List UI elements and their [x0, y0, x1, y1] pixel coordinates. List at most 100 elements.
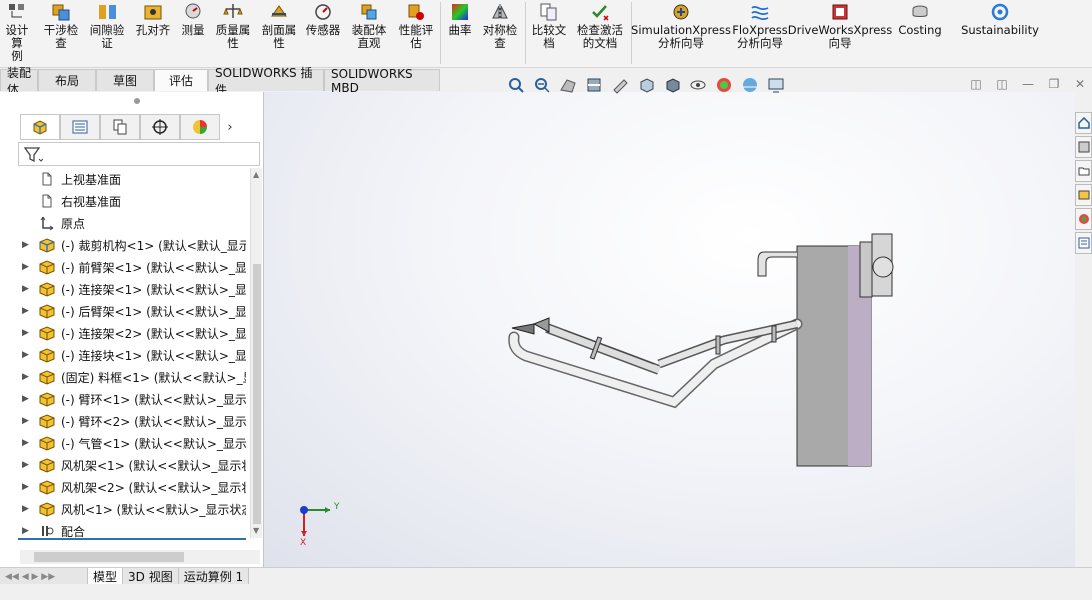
tree-item[interactable]: ▶ 风机架<2> (默认<<默认>_显示状 [0, 476, 250, 498]
tree-item[interactable]: ▶ (固定) 料框<1> (默认<<默认>_显 [0, 366, 250, 388]
home-icon[interactable] [1075, 112, 1092, 134]
design-study-button[interactable]: 设计算 例 [0, 0, 34, 66]
panel-drag-handle[interactable] [134, 98, 140, 104]
tree-item[interactable]: ▶ (-) 前臂架<1> (默认<<默认>_显示 [0, 256, 250, 278]
check-active-document-button[interactable]: 检查激活 的文档 [572, 0, 628, 66]
tree-item[interactable]: ▶ 风机架<1> (默认<<默认>_显示状 [0, 454, 250, 476]
apply-scene-icon[interactable] [739, 74, 761, 96]
scroll-up-icon[interactable]: ▲ [253, 170, 261, 179]
tree-filter[interactable] [18, 142, 260, 166]
edit-appearance-icon[interactable] [713, 74, 735, 96]
tree-vertical-scrollbar[interactable]: ▲ ▼ [250, 168, 262, 538]
hide-show-items-icon[interactable] [687, 74, 709, 96]
custom-properties-icon[interactable] [1075, 232, 1092, 254]
interference-check-button[interactable]: 干涉检 查 [40, 0, 82, 66]
part-icon [36, 345, 58, 365]
hole-alignment-button[interactable]: 孔对齐 [132, 0, 174, 66]
previous-document-icon[interactable]: ◫ [968, 76, 984, 92]
restore-icon[interactable]: ❐ [1046, 76, 1062, 92]
expand-arrow-icon[interactable]: ▶ [22, 240, 36, 250]
tree-item[interactable]: ▶ (-) 连接架<2> (默认<<默认>_显示 [0, 322, 250, 344]
tab-layout[interactable]: 布局 [38, 69, 96, 91]
view-orientation-icon[interactable] [635, 74, 657, 96]
compare-documents-button[interactable]: 比较文 档 [528, 0, 570, 66]
appearances-icon[interactable] [1075, 208, 1092, 230]
tree-item[interactable]: ▶ (-) 连接块<1> (默认<<默认>_显示 [0, 344, 250, 366]
design-library-icon[interactable] [1075, 136, 1092, 158]
minimize-icon[interactable]: — [1020, 76, 1036, 92]
hscroll-thumb[interactable] [34, 552, 184, 562]
tab-model[interactable]: 模型 [88, 568, 124, 585]
tree-item[interactable]: ▶ 风机<1> (默认<<默认>_显示状态 [0, 498, 250, 520]
sensor-button[interactable]: 传感器 [302, 0, 344, 66]
scroll-down-icon[interactable]: ▼ [253, 526, 261, 535]
expand-arrow-icon[interactable]: ▶ [22, 526, 36, 536]
zoom-to-fit-icon[interactable] [505, 74, 527, 96]
simulationxpress-button[interactable]: SimulationXpress 分析向导 [631, 0, 731, 66]
tree-item[interactable]: 右视基准面 [0, 190, 250, 212]
mass-properties-button[interactable]: 质量属 性 [212, 0, 254, 66]
file-explorer-icon[interactable] [1075, 160, 1092, 182]
assembly-visualization-button[interactable]: 装配体 直观 [348, 0, 390, 66]
expand-arrow-icon[interactable]: ▶ [22, 394, 36, 404]
floxpress-icon [749, 1, 771, 23]
performance-evaluation-button[interactable]: 性能评 估 [394, 0, 438, 66]
tree-item[interactable]: 原点 [0, 212, 250, 234]
chevron-right-icon[interactable]: › [220, 114, 240, 140]
tab-nav-arrows[interactable]: ◀◀ ◀ ▶ ▶▶ [0, 568, 88, 585]
section-properties-button[interactable]: 剖面属 性 [258, 0, 300, 66]
expand-arrow-icon[interactable]: ▶ [22, 328, 36, 338]
costing-icon [909, 1, 931, 23]
symmetry-check-button[interactable]: 对称检 查 [478, 0, 522, 66]
section-view-icon[interactable] [583, 74, 605, 96]
next-document-icon[interactable]: ◫ [994, 76, 1010, 92]
expand-arrow-icon[interactable]: ▶ [22, 460, 36, 470]
costing-button[interactable]: Costing [894, 0, 946, 66]
tree-item[interactable]: ▶ (-) 裁剪机构<1> (默认<默认_显示 [0, 234, 250, 256]
expand-arrow-icon[interactable]: ▶ [22, 504, 36, 514]
sustainability-button[interactable]: Sustainability [961, 0, 1039, 66]
tab-solidworks-mbd[interactable]: SOLIDWORKS MBD [324, 67, 440, 95]
tree-item[interactable]: ▶ (-) 气管<1> (默认<<默认>_显示状 [0, 432, 250, 454]
expand-arrow-icon[interactable]: ▶ [22, 350, 36, 360]
tree-item[interactable]: ▶ (-) 臂环<1> (默认<<默认>_显示状 [0, 388, 250, 410]
tree-item[interactable]: ▶ (-) 臂环<2> (默认<<默认>_显示状 [0, 410, 250, 432]
driveworksxpress-button[interactable]: DriveWorksXpress 向导 [788, 0, 892, 66]
clearance-verification-button[interactable]: 间隙验 证 [86, 0, 128, 66]
previous-view-icon[interactable] [557, 74, 579, 96]
expand-arrow-icon[interactable]: ▶ [22, 284, 36, 294]
curvature-button[interactable]: 曲率 [444, 0, 476, 66]
expand-arrow-icon[interactable]: ▶ [22, 306, 36, 316]
graphics-area[interactable]: Y X [264, 92, 1075, 567]
expand-arrow-icon[interactable]: ▶ [22, 438, 36, 448]
expand-arrow-icon[interactable]: ▶ [22, 262, 36, 272]
expand-arrow-icon[interactable]: ▶ [22, 416, 36, 426]
tree-item[interactable]: ▶ (-) 后臂架<1> (默认<<默认>_显示 [0, 300, 250, 322]
display-style-icon[interactable] [661, 74, 683, 96]
measure-button[interactable]: 测量 [176, 0, 210, 66]
feature-tree-tab-icon[interactable] [20, 114, 60, 140]
scroll-thumb[interactable] [253, 264, 261, 524]
tab-3d-views[interactable]: 3D 视图 [123, 568, 179, 585]
floxpress-button[interactable]: FloXpress 分析向导 [730, 0, 790, 66]
zoom-area-icon[interactable] [531, 74, 553, 96]
close-icon[interactable]: ✕ [1072, 76, 1088, 92]
tab-sketch[interactable]: 草图 [96, 69, 154, 91]
dynamic-annotation-icon[interactable] [609, 74, 631, 96]
display-manager-tab-icon[interactable] [180, 114, 220, 140]
tab-solidworks-addins[interactable]: SOLIDWORKS 插件 [208, 66, 324, 97]
tab-evaluate[interactable]: 评估 [154, 69, 208, 91]
dimxpert-tab-icon[interactable] [140, 114, 180, 140]
tree-horizontal-scrollbar[interactable] [20, 550, 260, 564]
property-manager-tab-icon[interactable] [60, 114, 100, 140]
view-settings-icon[interactable] [765, 74, 787, 96]
tree-item[interactable]: ▶ (-) 连接架<1> (默认<<默认>_显示 [0, 278, 250, 300]
configuration-manager-tab-icon[interactable] [100, 114, 140, 140]
tab-scroll-icon[interactable]: ◀◀ ◀ ▶ ▶▶ [5, 572, 55, 582]
tab-assembly[interactable]: 装配体 [0, 66, 38, 97]
expand-arrow-icon[interactable]: ▶ [22, 482, 36, 492]
view-palette-icon[interactable] [1075, 184, 1092, 206]
tab-motion-study[interactable]: 运动算例 1 [178, 568, 250, 585]
tree-item[interactable]: 上视基准面 [0, 168, 250, 190]
expand-arrow-icon[interactable]: ▶ [22, 372, 36, 382]
